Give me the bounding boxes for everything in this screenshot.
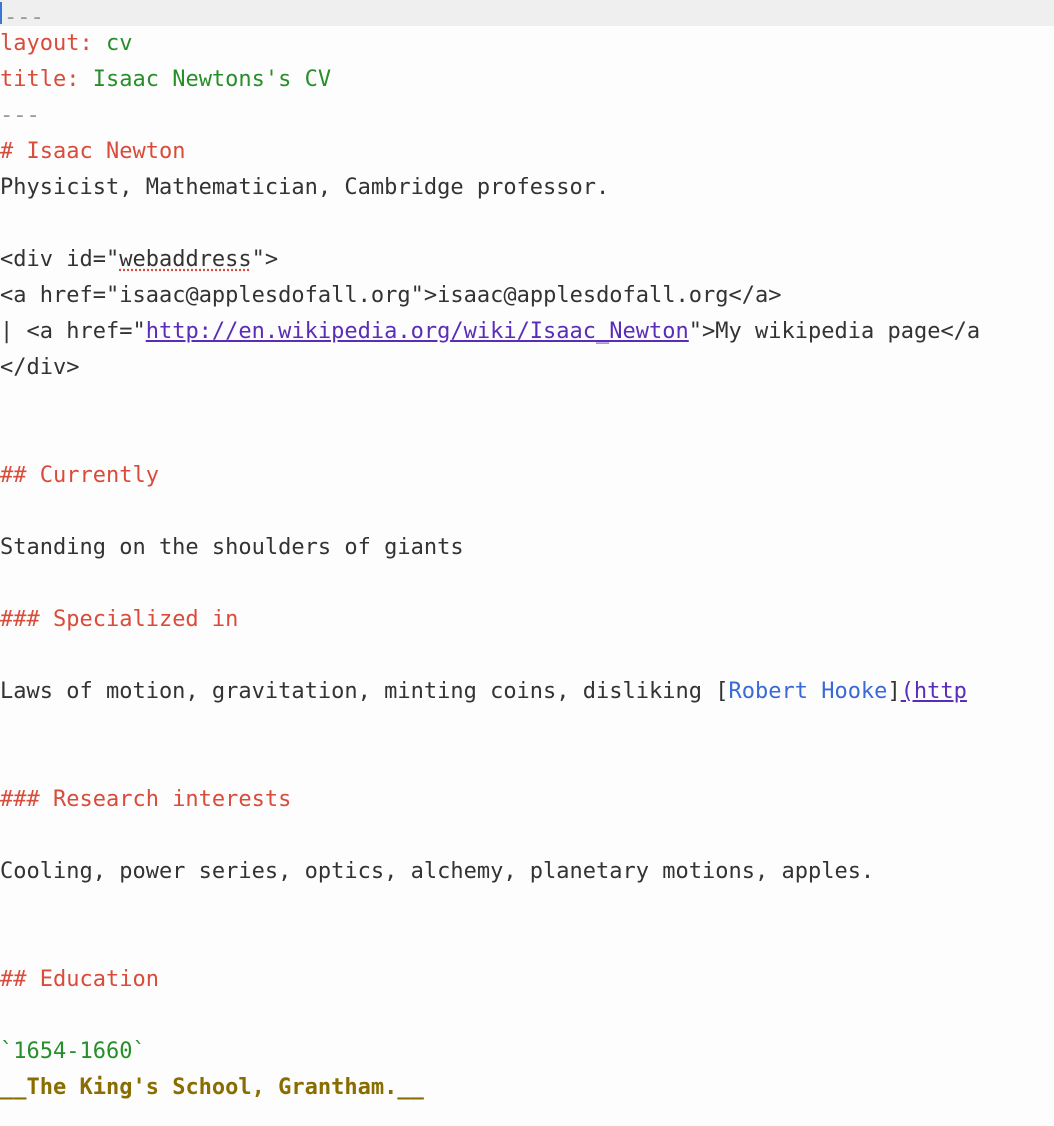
yaml-val-layout: cv	[93, 31, 133, 56]
div-open-b: ">	[252, 247, 279, 272]
h2-currently-text: Currently	[40, 463, 159, 488]
h1-text: Isaac Newton	[27, 139, 186, 164]
md-link-url[interactable]: (http	[901, 679, 967, 704]
h3-research-hash: ###	[0, 787, 53, 812]
top-gray-bar: ---	[0, 0, 1054, 26]
education-bold-text: The King's School, Grantham.	[27, 1075, 398, 1100]
h1-hash: #	[0, 139, 27, 164]
anchor1-text: isaac@applesdofall.org	[437, 283, 728, 308]
yaml-key-layout: layout:	[0, 31, 93, 56]
subtitle-text: Physicist, Mathematician, Cambridge prof…	[0, 175, 609, 200]
anchor1-mid: ">	[411, 283, 438, 308]
anchor1-href: isaac@applesdofall.org	[119, 283, 410, 308]
text-cursor	[0, 2, 2, 24]
anchor2-prefix: | <a href="	[0, 319, 146, 344]
education-bold-open: __	[0, 1075, 27, 1100]
education-bold-close: __	[397, 1075, 424, 1100]
div-open-a: <div id="	[0, 247, 119, 272]
div-close: </div>	[0, 355, 79, 380]
div-id-value: webaddress	[119, 247, 251, 272]
anchor2-close: </a	[940, 319, 980, 344]
yaml-val-title: Isaac Newtons's CV	[79, 67, 331, 92]
frontmatter-hr-bottom: ---	[0, 103, 40, 128]
anchor1-open: <a href="	[0, 283, 119, 308]
h3-specialized-text: Specialized in	[53, 607, 238, 632]
h3-specialized-hash: ###	[0, 607, 53, 632]
md-link-text: Robert Hooke	[728, 679, 887, 704]
anchor2-mid: ">	[689, 319, 716, 344]
research-body: Cooling, power series, optics, alchemy, …	[0, 859, 874, 884]
anchor1-close: </a>	[729, 283, 782, 308]
anchor2-href[interactable]: http://en.wikipedia.org/wiki/Isaac_Newto…	[146, 319, 689, 344]
currently-body: Standing on the shoulders of giants	[0, 535, 464, 560]
specialized-body-a: Laws of motion, gravitation, minting coi…	[0, 679, 728, 704]
h2-education-text: Education	[40, 967, 159, 992]
h2-currently-hash: ##	[0, 463, 40, 488]
education-date-code: `1654-1660`	[0, 1039, 146, 1064]
editor-viewport[interactable]: --- layout: cv title: Isaac Newtons's CV…	[0, 0, 1054, 1126]
yaml-key-title: title:	[0, 67, 79, 92]
h3-research-text: Research interests	[53, 787, 291, 812]
specialized-body-b: ]	[887, 679, 900, 704]
code-area[interactable]: layout: cv title: Isaac Newtons's CV ---…	[0, 26, 1054, 1106]
h2-education-hash: ##	[0, 967, 40, 992]
anchor2-text: My wikipedia page	[715, 319, 940, 344]
